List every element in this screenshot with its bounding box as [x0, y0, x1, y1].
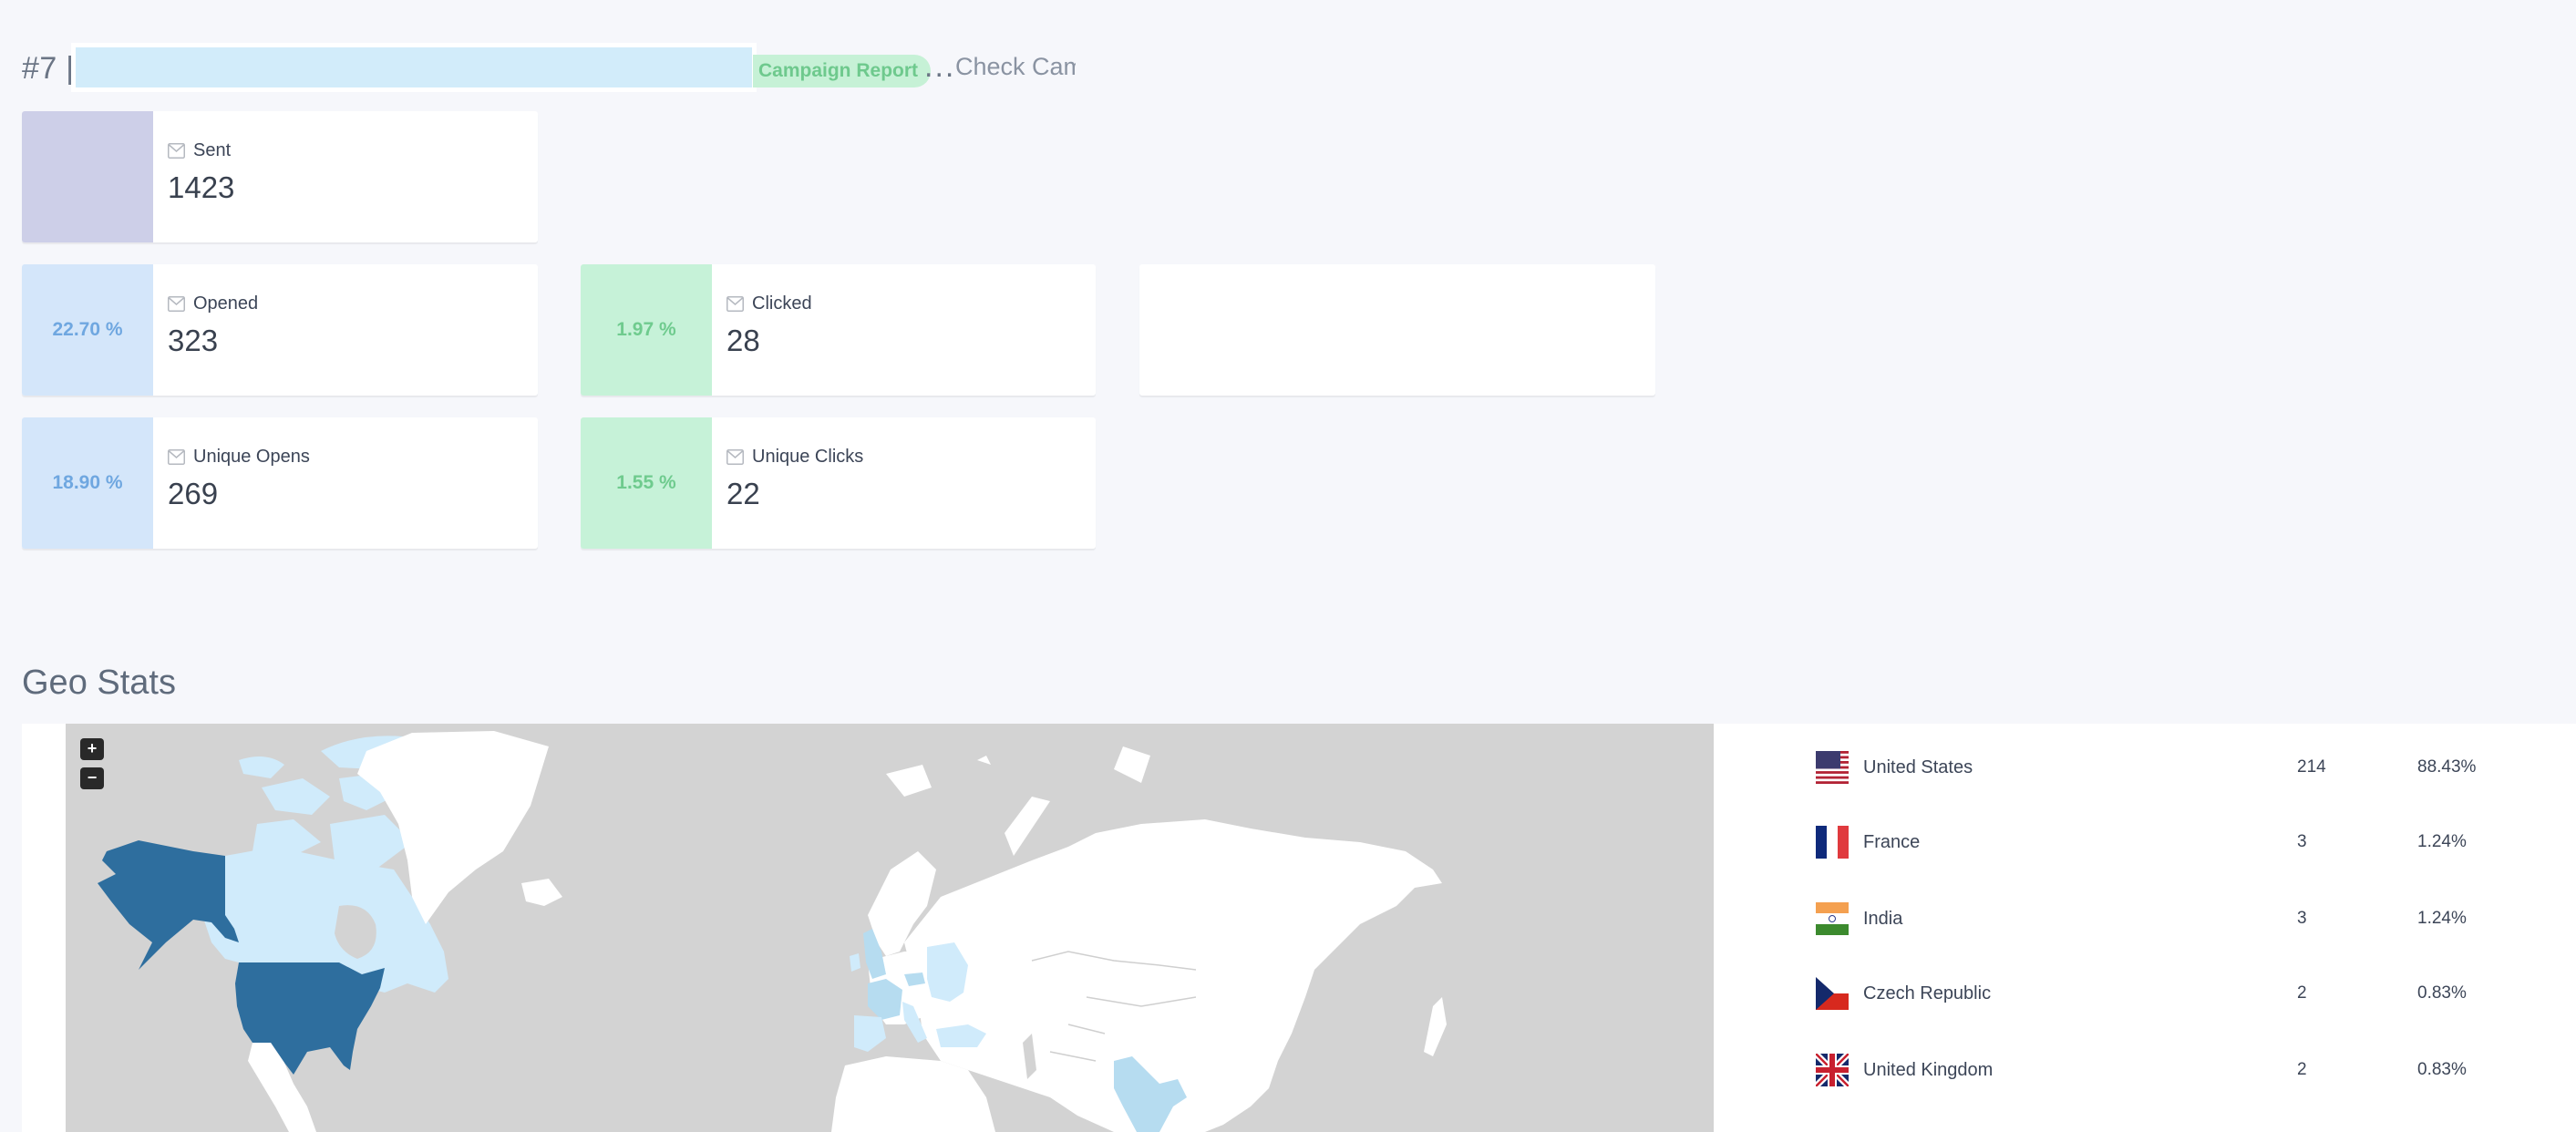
envelope-icon [726, 296, 744, 312]
map-iceland [521, 879, 562, 906]
gb-flag-icon [1816, 1054, 1849, 1086]
country-percent: 0.83% [2417, 1060, 2467, 1079]
country-row: India 3 1.24% [1816, 900, 2563, 937]
unique-clicks-value: 22 [726, 477, 760, 510]
campaign-report-badge: Campaign Report [753, 55, 932, 87]
country-name: United Kingdom [1863, 1059, 1994, 1080]
geo-stats-heading: Geo Stats [22, 664, 176, 702]
cz-flag-icon [1816, 977, 1849, 1010]
country-row: United Kingdom 2 0.83% [1816, 1052, 2563, 1088]
unique-opens-label: Unique Opens [193, 447, 310, 467]
envelope-icon [168, 449, 185, 465]
stat-card-unique-opens: 18.90 % Unique Opens 269 [22, 417, 538, 549]
opened-value: 323 [168, 324, 219, 357]
campaign-title-row: #7 [ Campaign Report ... Check Campaign [22, 43, 1076, 92]
sent-accent [22, 111, 153, 242]
country-count: 2 [2297, 1060, 2307, 1079]
opened-rate: 22.70 % [22, 264, 153, 396]
country-row: France 3 1.24% [1816, 824, 2563, 860]
sent-value: 1423 [168, 170, 235, 204]
map-ireland [850, 953, 860, 972]
geo-stats-panel: + − United States 214 88.43% France 3 1.… [22, 724, 2576, 1132]
us-flag-icon [1816, 751, 1849, 784]
stat-card-opened: 22.70 % Opened 323 [22, 264, 538, 396]
country-count: 2 [2297, 983, 2307, 1003]
country-name: India [1863, 908, 1903, 929]
country-row: Czech Republic 2 0.83% [1816, 975, 2563, 1012]
check-campaign-link[interactable]: Check Campaign [952, 53, 1076, 81]
world-map-svg [98, 731, 1447, 1132]
country-name: Czech Republic [1863, 983, 1992, 1003]
stat-card-unique-clicks: 1.55 % Unique Clicks 22 [581, 417, 1096, 549]
unique-opens-rate: 18.90 % [22, 417, 153, 549]
country-percent: 1.24% [2417, 909, 2467, 928]
check-campaign-label: Check Campaign [955, 53, 1076, 80]
envelope-icon [168, 143, 185, 159]
country-count: 3 [2297, 909, 2307, 928]
in-flag-icon [1816, 902, 1849, 935]
unique-clicks-rate: 1.55 % [581, 417, 712, 549]
fr-flag-icon [1816, 826, 1849, 859]
envelope-icon [726, 449, 744, 465]
unique-clicks-label: Unique Clicks [752, 447, 864, 467]
country-name: France [1863, 831, 1921, 852]
map-zoom-out-button[interactable]: − [80, 767, 104, 789]
opened-label: Opened [193, 293, 259, 314]
country-count: 214 [2297, 757, 2326, 777]
country-percent: 88.43% [2417, 757, 2477, 777]
country-percent: 1.24% [2417, 832, 2467, 851]
country-percent: 0.83% [2417, 983, 2467, 1003]
map-spain [854, 1015, 886, 1052]
map-zoom-in-button[interactable]: + [80, 738, 104, 760]
sent-label: Sent [193, 140, 232, 160]
country-row: United States 214 88.43% [1816, 749, 2563, 786]
clicked-value: 28 [726, 324, 760, 357]
country-name: United States [1863, 756, 1973, 777]
stat-card-clicked: 1.97 % Clicked 28 [581, 264, 1096, 396]
map-alaska [98, 840, 239, 970]
map-japan [1424, 997, 1447, 1056]
stat-card-empty [1139, 264, 1655, 396]
unique-opens-value: 269 [168, 477, 219, 510]
map-novaya-zemlya [1005, 797, 1050, 856]
stat-card-sent: Sent 1423 [22, 111, 538, 242]
campaign-title: #7 [ [22, 50, 76, 86]
clicked-rate: 1.97 % [581, 264, 712, 396]
country-count: 3 [2297, 832, 2307, 851]
clicked-label: Clicked [752, 293, 812, 314]
world-map[interactable]: + − [66, 724, 1714, 1132]
envelope-icon [168, 296, 185, 312]
map-svalbard [886, 746, 1150, 797]
redacted-title-block [71, 43, 757, 92]
